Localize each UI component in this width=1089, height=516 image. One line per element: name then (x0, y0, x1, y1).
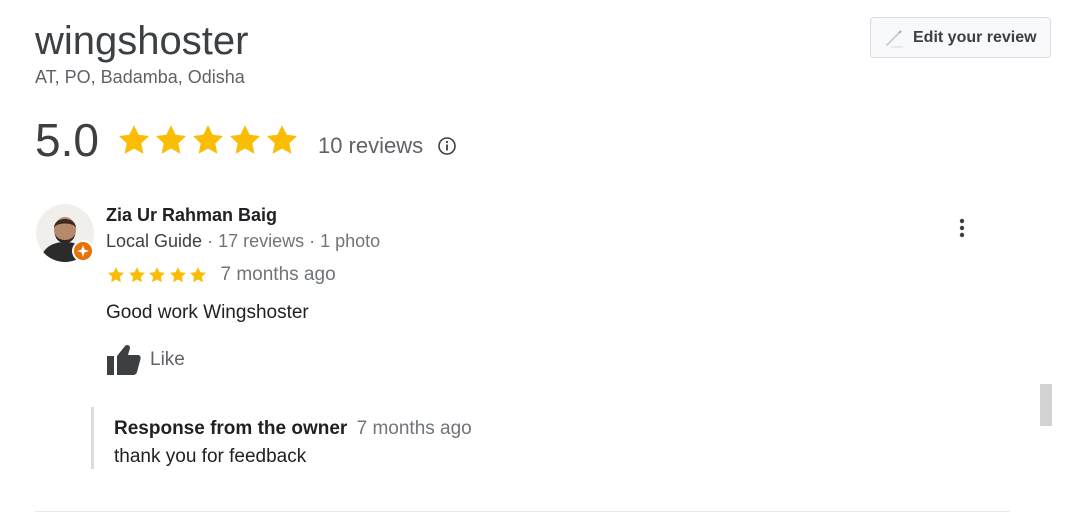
star-icon (266, 125, 297, 154)
owner-response-title: Response from the owner (114, 418, 348, 439)
star-icon (155, 125, 186, 154)
business-address: AT, PO, Badamba, Odisha (35, 67, 245, 87)
divider (35, 511, 1010, 512)
rating-summary: 5.0 10 reviews (35, 112, 457, 168)
pencil-icon (883, 27, 905, 49)
local-guide-label: Local Guide (106, 231, 203, 251)
average-rating: 5.0 (35, 114, 99, 166)
reviewer-stats: · 17 reviews · 1 photo (202, 231, 381, 251)
star-icon (149, 267, 165, 283)
business-name: wingshoster (35, 19, 249, 63)
rating-stars (115, 121, 300, 159)
review-text: Good work Wingshoster (106, 302, 309, 323)
star-icon (128, 267, 145, 283)
scrollbar-thumb[interactable] (1040, 384, 1052, 426)
local-guide-badge-icon (72, 240, 94, 262)
star-icon (192, 125, 223, 154)
star-icon (229, 125, 260, 154)
edit-review-button[interactable]: Edit your review (870, 17, 1051, 58)
thumbs-up-icon (107, 344, 141, 375)
more-vert-icon (959, 218, 965, 238)
edit-review-label: Edit your review (913, 28, 1037, 46)
review-time: 7 months ago (220, 264, 336, 285)
reviewer-avatar[interactable] (36, 204, 94, 262)
star-icon (190, 267, 206, 283)
owner-response-text: thank you for feedback (114, 446, 307, 467)
star-icon (169, 267, 186, 283)
owner-response: Response from the owner 7 months ago tha… (91, 407, 594, 469)
review-stars (106, 265, 209, 285)
reviewer-name[interactable]: Zia Ur Rahman Baig (106, 204, 277, 226)
info-icon[interactable] (437, 136, 457, 156)
like-label: Like (150, 349, 185, 370)
reviewer-meta: Local Guide · 17 reviews · 1 photo (106, 230, 380, 252)
like-button[interactable]: Like (106, 343, 185, 377)
more-options-button[interactable] (950, 215, 974, 241)
owner-response-header: Response from the owner 7 months ago (114, 417, 472, 441)
star-icon (108, 267, 124, 283)
star-icon (118, 125, 149, 154)
review-count: 10 reviews (317, 133, 424, 158)
owner-response-time: 7 months ago (356, 418, 472, 439)
review-rating: 7 months ago (106, 264, 336, 286)
